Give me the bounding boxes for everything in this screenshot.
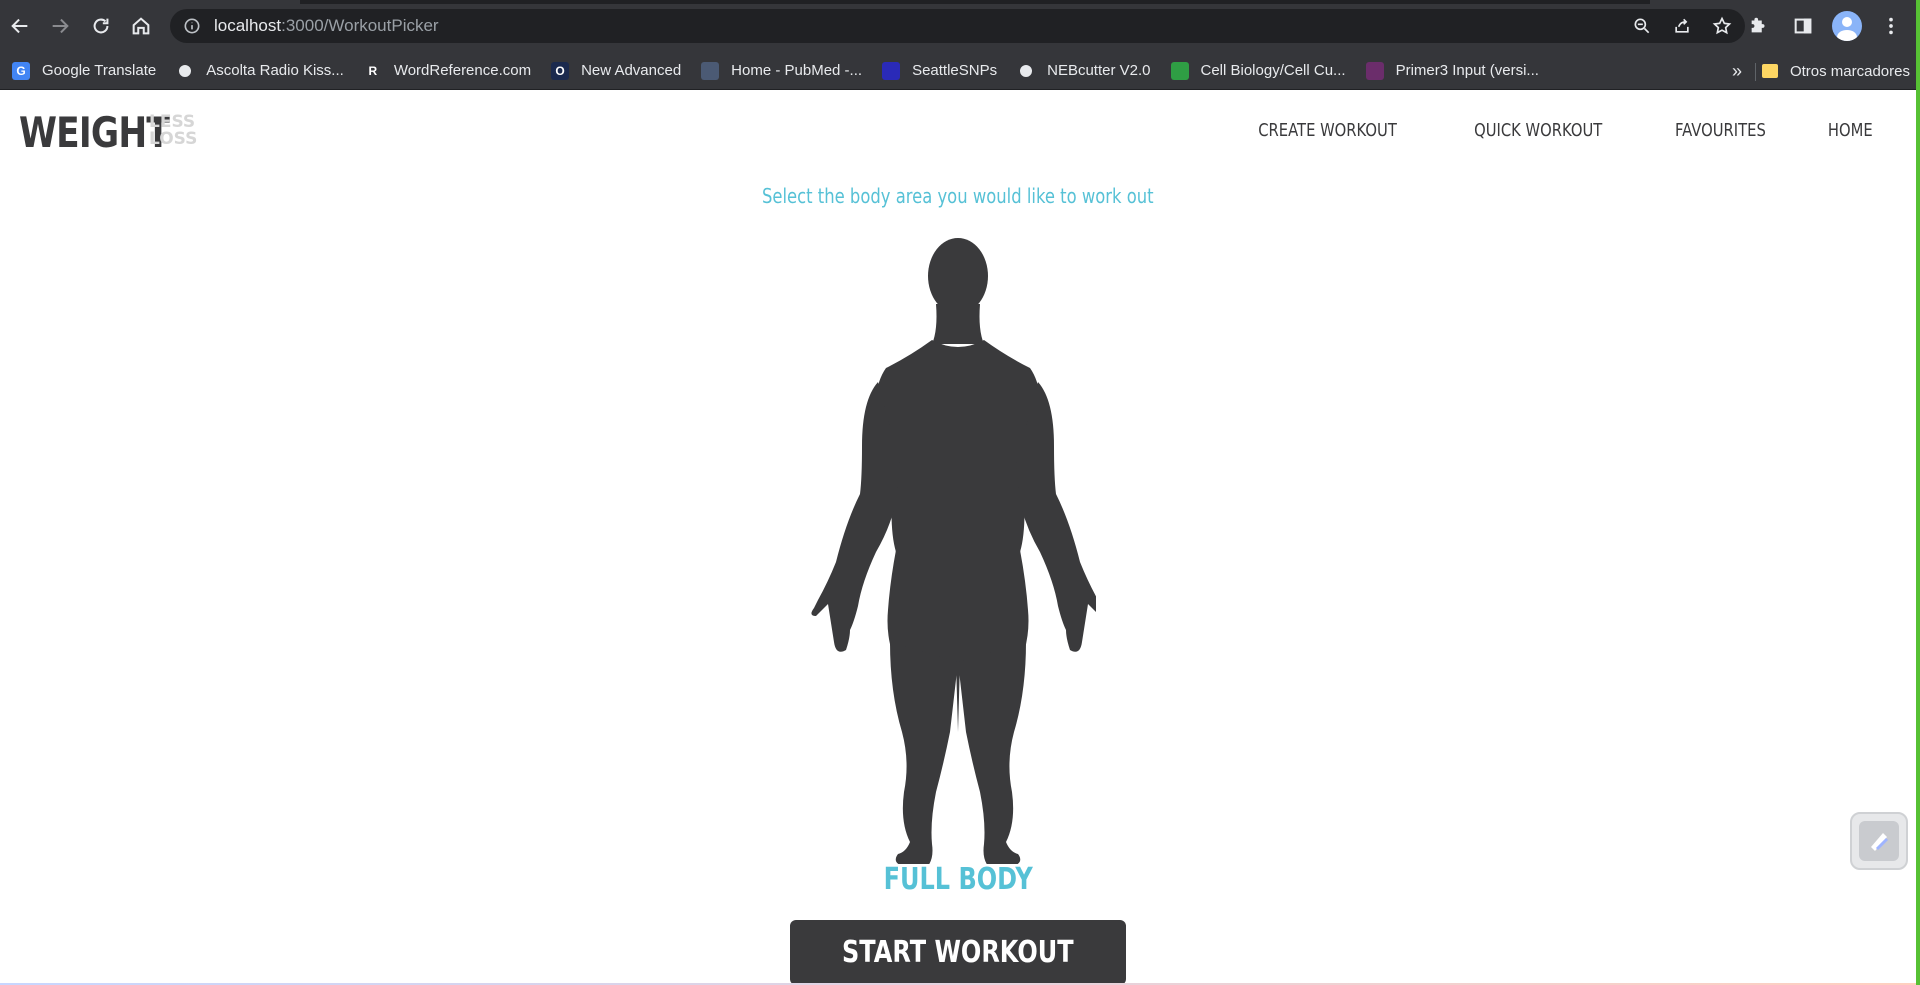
body-left-leg[interactable]: [890, 642, 958, 864]
forward-button[interactable]: [44, 10, 76, 42]
bookmark-item[interactable]: R WordReference.com: [354, 56, 541, 86]
bookmark-item[interactable]: Home - PubMed -...: [691, 56, 872, 86]
body-neck[interactable]: [932, 304, 984, 344]
side-panel-icon: [1794, 18, 1812, 34]
bookmark-star-button[interactable]: [1709, 13, 1735, 39]
tab-strip: [300, 0, 1650, 4]
nav-favourites[interactable]: FAVOURITES: [1675, 120, 1766, 141]
logo-main-text: WEIGHT: [19, 108, 170, 157]
main-nav: CREATE WORKOUT QUICK WORKOUT FAVOURITES …: [1243, 120, 1878, 141]
bookmark-label: Home - PubMed -...: [731, 62, 863, 79]
share-button[interactable]: [1669, 13, 1695, 39]
bookmark-label: Primer3 Input (versi...: [1395, 62, 1539, 79]
bookmark-label: WordReference.com: [393, 62, 532, 79]
extensions-button[interactable]: [1744, 10, 1774, 42]
home-icon: [132, 17, 150, 35]
more-bookmarks-button[interactable]: »: [1732, 56, 1742, 86]
globe-icon: [1017, 61, 1036, 80]
logo-sub-bottom: LOSS: [149, 129, 198, 149]
other-bookmarks-folder[interactable]: Otros marcadores: [1752, 56, 1920, 86]
page-content: WEIGHT LESS LOSS CREATE WORKOUT QUICK WO…: [0, 90, 1916, 985]
bookmark-label: Cell Biology/Cell Cu...: [1200, 62, 1346, 79]
arrow-right-icon: [52, 18, 69, 34]
bookmark-item[interactable]: NEBcutter V2.0: [1007, 56, 1160, 86]
body-head[interactable]: [928, 238, 988, 314]
bookmark-label: New Advanced: [581, 62, 682, 79]
new-advanced-icon: O: [551, 61, 570, 80]
wordreference-icon: R: [363, 61, 382, 80]
window-edge: [1916, 0, 1920, 985]
nav-home[interactable]: HOME: [1828, 120, 1873, 141]
start-workout-button[interactable]: START WORKOUT: [790, 920, 1126, 985]
bookmark-label: Ascolta Radio Kiss...: [206, 62, 344, 79]
logo-sub-text: LESS LOSS: [149, 114, 197, 148]
side-panel-button[interactable]: [1788, 10, 1818, 42]
kebab-menu-icon: [1889, 17, 1893, 35]
back-button[interactable]: [4, 10, 36, 42]
share-icon: [1675, 18, 1689, 33]
bookmarks-bar: G Google Translate Ascolta Radio Kiss... R W…: [0, 52, 1920, 90]
puzzle-icon: [1751, 17, 1765, 33]
seattlesnps-icon: [882, 61, 901, 80]
arrow-left-icon: [11, 18, 28, 34]
extension-logo-icon: [1859, 821, 1899, 861]
primer3-icon: [1365, 61, 1384, 80]
body-torso[interactable]: [873, 340, 1043, 552]
home-button[interactable]: [125, 10, 157, 42]
nav-quick-workout[interactable]: QUICK WORKOUT: [1474, 120, 1602, 141]
body-left-arm[interactable]: [811, 382, 900, 652]
body-area-prompt: Select the body area you would like to w…: [762, 184, 1154, 208]
pubmed-icon: [701, 61, 720, 80]
folder-icon: [1761, 64, 1778, 78]
bookmark-item[interactable]: G Google Translate: [2, 56, 166, 86]
reload-icon: [93, 18, 109, 34]
globe-icon: [176, 61, 195, 80]
nav-create-workout[interactable]: CREATE WORKOUT: [1258, 120, 1397, 141]
url-text: localhost:3000/WorkoutPicker: [214, 16, 439, 35]
selected-area-label: FULL BODY: [883, 862, 1033, 897]
zoom-out-icon: [1634, 18, 1650, 34]
body-right-leg[interactable]: [958, 642, 1026, 864]
bookmark-label: SeattleSNPs: [912, 62, 998, 79]
bookmark-item[interactable]: O New Advanced: [541, 56, 691, 86]
profile-avatar[interactable]: [1832, 11, 1862, 41]
reload-button[interactable]: [85, 10, 117, 42]
bookmark-label: NEBcutter V2.0: [1047, 62, 1151, 79]
bookmark-item[interactable]: Ascolta Radio Kiss...: [166, 56, 354, 86]
body-silhouette[interactable]: [806, 232, 1096, 864]
bookmark-item[interactable]: Cell Biology/Cell Cu...: [1161, 56, 1356, 86]
zoom-button[interactable]: [1629, 13, 1655, 39]
menu-button[interactable]: [1876, 10, 1906, 42]
browser-toolbar: localhost:3000/WorkoutPicker: [0, 0, 1920, 52]
other-bookmarks-label: Otros marcadores: [1789, 62, 1910, 80]
bookmark-item[interactable]: Primer3 Input (versi...: [1356, 56, 1549, 86]
info-icon: [184, 18, 200, 34]
address-bar[interactable]: localhost:3000/WorkoutPicker: [170, 9, 1745, 43]
bookmark-item[interactable]: SeattleSNPs: [872, 56, 1007, 86]
google-translate-icon: G: [12, 61, 30, 80]
bookmark-label: Google Translate: [42, 62, 157, 79]
cell-biology-icon: [1170, 61, 1189, 80]
star-icon: [1712, 16, 1732, 35]
floating-extension-button[interactable]: [1850, 812, 1908, 870]
site-logo[interactable]: WEIGHT LESS LOSS: [19, 112, 202, 154]
